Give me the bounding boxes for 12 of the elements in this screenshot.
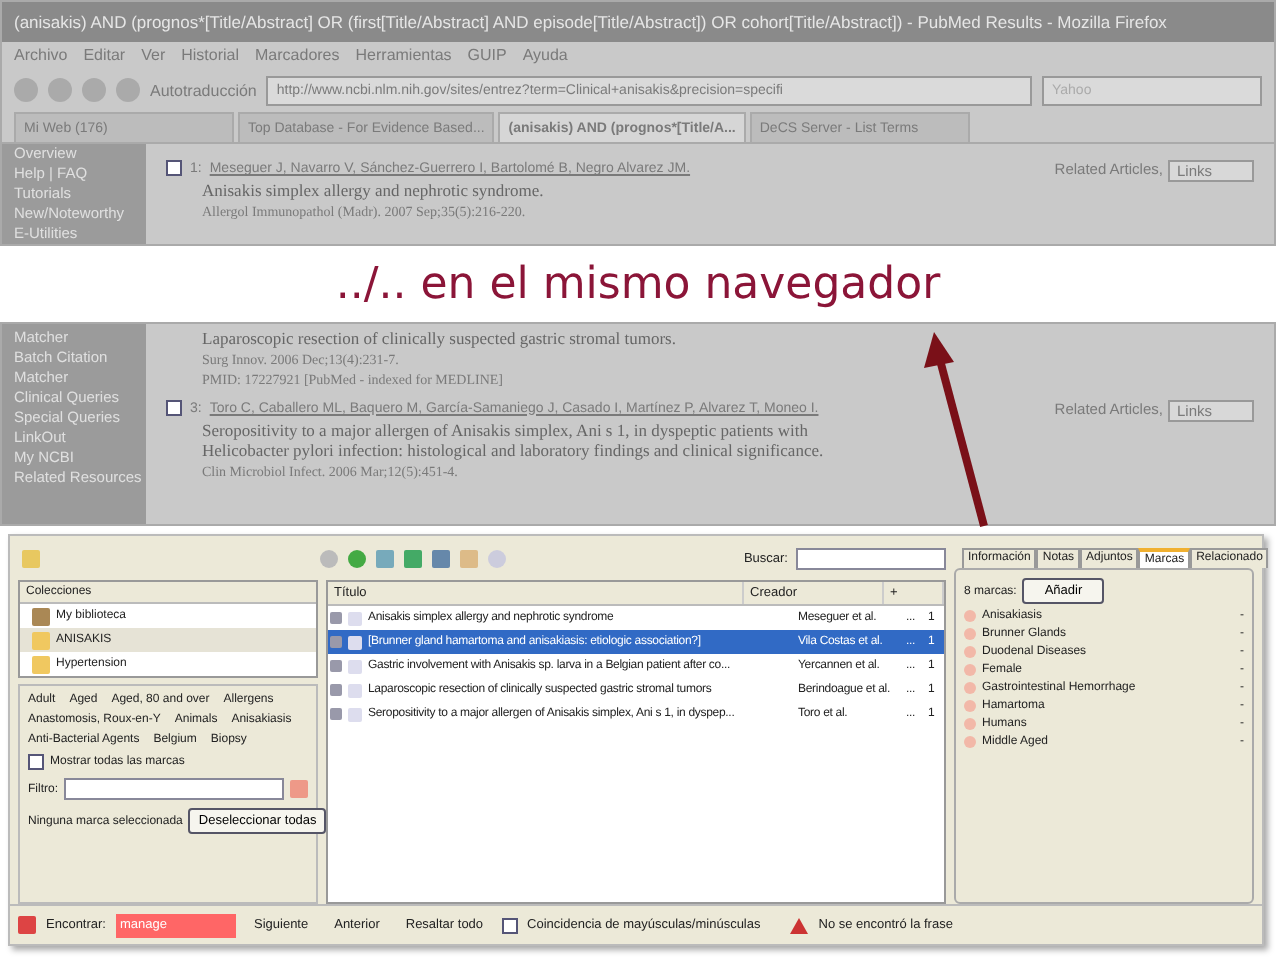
match-case-checkbox[interactable] — [501, 917, 518, 933]
slide-caption: ../.. en el mismo navegador — [335, 259, 941, 309]
filter-field[interactable] — [64, 778, 284, 800]
article-title: Anisakis simplex allergy and nephrotic syndrome. — [200, 180, 546, 201]
article-title: Seropositivity to a major allergen of Anisakis simplex, Ani s 1, in dyspeptic patients with Helicobacter pylori infection: histological and laboratory findings and clinical significance. — [200, 419, 826, 461]
select-checkbox[interactable] — [166, 160, 182, 176]
warning-icon — [790, 917, 809, 933]
search-field[interactable] — [796, 547, 946, 569]
window-title: (anisakis) AND (prognos*[Title/Abstract] OR (first[Title/Abstract] AND episode[Title/Abstract]) OR cohort[Title/Abstract]) - PubMed Results - Mozilla Firefox — [2, 2, 1274, 42]
select-checkbox[interactable] — [166, 399, 182, 415]
article-title: Laparoscopic resection of clinically suspected gastric stromal tumors. — [200, 328, 678, 349]
show-all-checkbox[interactable] — [28, 754, 44, 770]
